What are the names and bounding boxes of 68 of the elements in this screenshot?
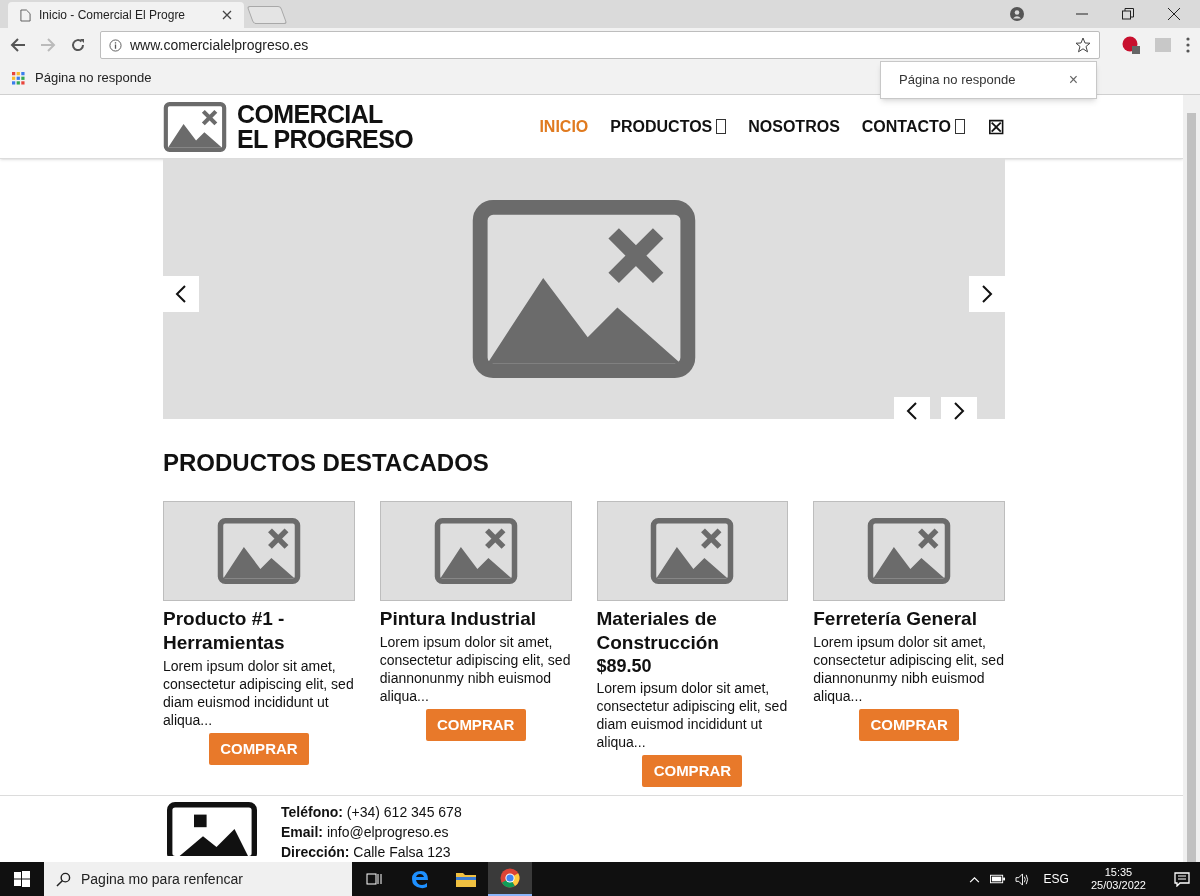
- restore-icon[interactable]: [1122, 8, 1134, 20]
- nav-link[interactable]: PRODUCTOS: [610, 114, 727, 139]
- chevron-left-icon: [906, 401, 918, 421]
- image-placeholder-icon: [433, 518, 518, 584]
- bookmark-link[interactable]: Página no responde: [35, 68, 152, 88]
- url-text: www.comercialelprogreso.es: [130, 35, 310, 55]
- image-placeholder-icon: [470, 200, 698, 378]
- address-bar[interactable]: www.comercialelprogreso.es: [100, 31, 1100, 59]
- tab-title: Inicio - Comercial El Progre: [39, 7, 187, 24]
- product-title: Materiales de Construcción: [596, 607, 720, 655]
- chrome-icon: [500, 868, 520, 888]
- image-placeholder-icon: [650, 518, 735, 584]
- folder-icon[interactable]: [456, 871, 476, 887]
- star-icon[interactable]: [1075, 37, 1091, 53]
- next-button[interactable]: [969, 276, 1005, 312]
- nav-link[interactable]: NOSOTROS: [748, 114, 840, 139]
- product-title: Ferretería General: [813, 607, 978, 631]
- menu-icon[interactable]: [1186, 37, 1190, 53]
- contact-line: Teléfono: (+34) 612 345 678: [281, 803, 462, 822]
- close-icon[interactable]: [222, 10, 232, 20]
- logo-text: COMERCIAL: [237, 101, 384, 127]
- logo-text: EL PROGRESO: [237, 126, 414, 152]
- product-description: Lorem ipsum dolor sit amet, consectetur adipiscing elit, sed diam euismod incididunt ut aliqua...: [163, 657, 355, 729]
- battery-icon[interactable]: [989, 874, 1005, 884]
- image-placeholder-icon: [216, 518, 301, 584]
- logo-icon: [163, 101, 227, 152]
- chevron-right-icon: [953, 401, 965, 421]
- browser-tab[interactable]: Inicio - Comercial El Progre: [8, 2, 244, 28]
- image-placeholder-icon: [867, 518, 952, 584]
- reload-icon[interactable]: [70, 37, 86, 53]
- close-button[interactable]: ×: [1068, 72, 1078, 88]
- popup-text: Página no responde: [899, 71, 1017, 90]
- product-description: Lorem ipsum dolor sit amet, consectetur adipiscing elit, sed diannonunmy nibh euismod aliqua...: [813, 633, 1005, 705]
- clock-time: 15:35: [1104, 866, 1133, 879]
- notification-icon[interactable]: [1174, 871, 1190, 887]
- task-view-icon[interactable]: [366, 871, 382, 887]
- product-title: Producto #1 - Herramientas: [163, 607, 286, 655]
- previous-button[interactable]: [163, 276, 199, 312]
- chevron-left-icon: [175, 284, 187, 304]
- extension-icon[interactable]: [1122, 36, 1140, 54]
- close-icon[interactable]: [1168, 8, 1180, 20]
- info-icon: [109, 38, 122, 52]
- page-icon: [20, 8, 31, 22]
- back-icon[interactable]: [10, 37, 26, 53]
- dropdown-icon: [955, 119, 965, 134]
- chevron-right-icon: [981, 284, 993, 304]
- edge-icon[interactable]: [410, 869, 430, 889]
- dropdown-icon: [716, 119, 727, 134]
- contact-line: Dirección: Calle Falsa 123: [281, 843, 452, 862]
- contact-line: Email: info@elprogreso.es: [281, 823, 450, 842]
- profile-icon[interactable]: [1010, 7, 1024, 21]
- volume-icon[interactable]: [1014, 872, 1030, 886]
- chevron-up-icon[interactable]: [968, 875, 980, 883]
- product-description: Lorem ipsum dolor sit amet, consectetur adipiscing elit, sed diannonunmy nibh euismod aliqua...: [379, 633, 572, 705]
- taskbar-search-field[interactable]: Pagina mo para renfencar: [44, 862, 352, 896]
- product-price: $89.50: [596, 655, 653, 677]
- search-placeholder: Pagina mo para renfencar: [81, 869, 243, 889]
- language-indicator[interactable]: ESG: [1043, 870, 1069, 888]
- product-description: Lorem ipsum dolor sit amet, consectetur adipiscing elit, sed diam euismod incididunt ut aliqua...: [596, 679, 789, 751]
- menu-button[interactable]: ⊠: [987, 115, 1005, 138]
- chrome-taskbar-button[interactable]: [488, 862, 532, 896]
- apps-icon[interactable]: [12, 71, 25, 85]
- search-icon: [56, 871, 71, 887]
- nav-link[interactable]: CONTACTO: [861, 114, 965, 139]
- product-title: Pintura Industrial: [379, 607, 537, 631]
- clock-date: 25/03/2022: [1090, 879, 1146, 892]
- windows-start-icon[interactable]: [14, 871, 30, 887]
- section-heading: PRODUCTOS DESTACADOS: [163, 448, 490, 478]
